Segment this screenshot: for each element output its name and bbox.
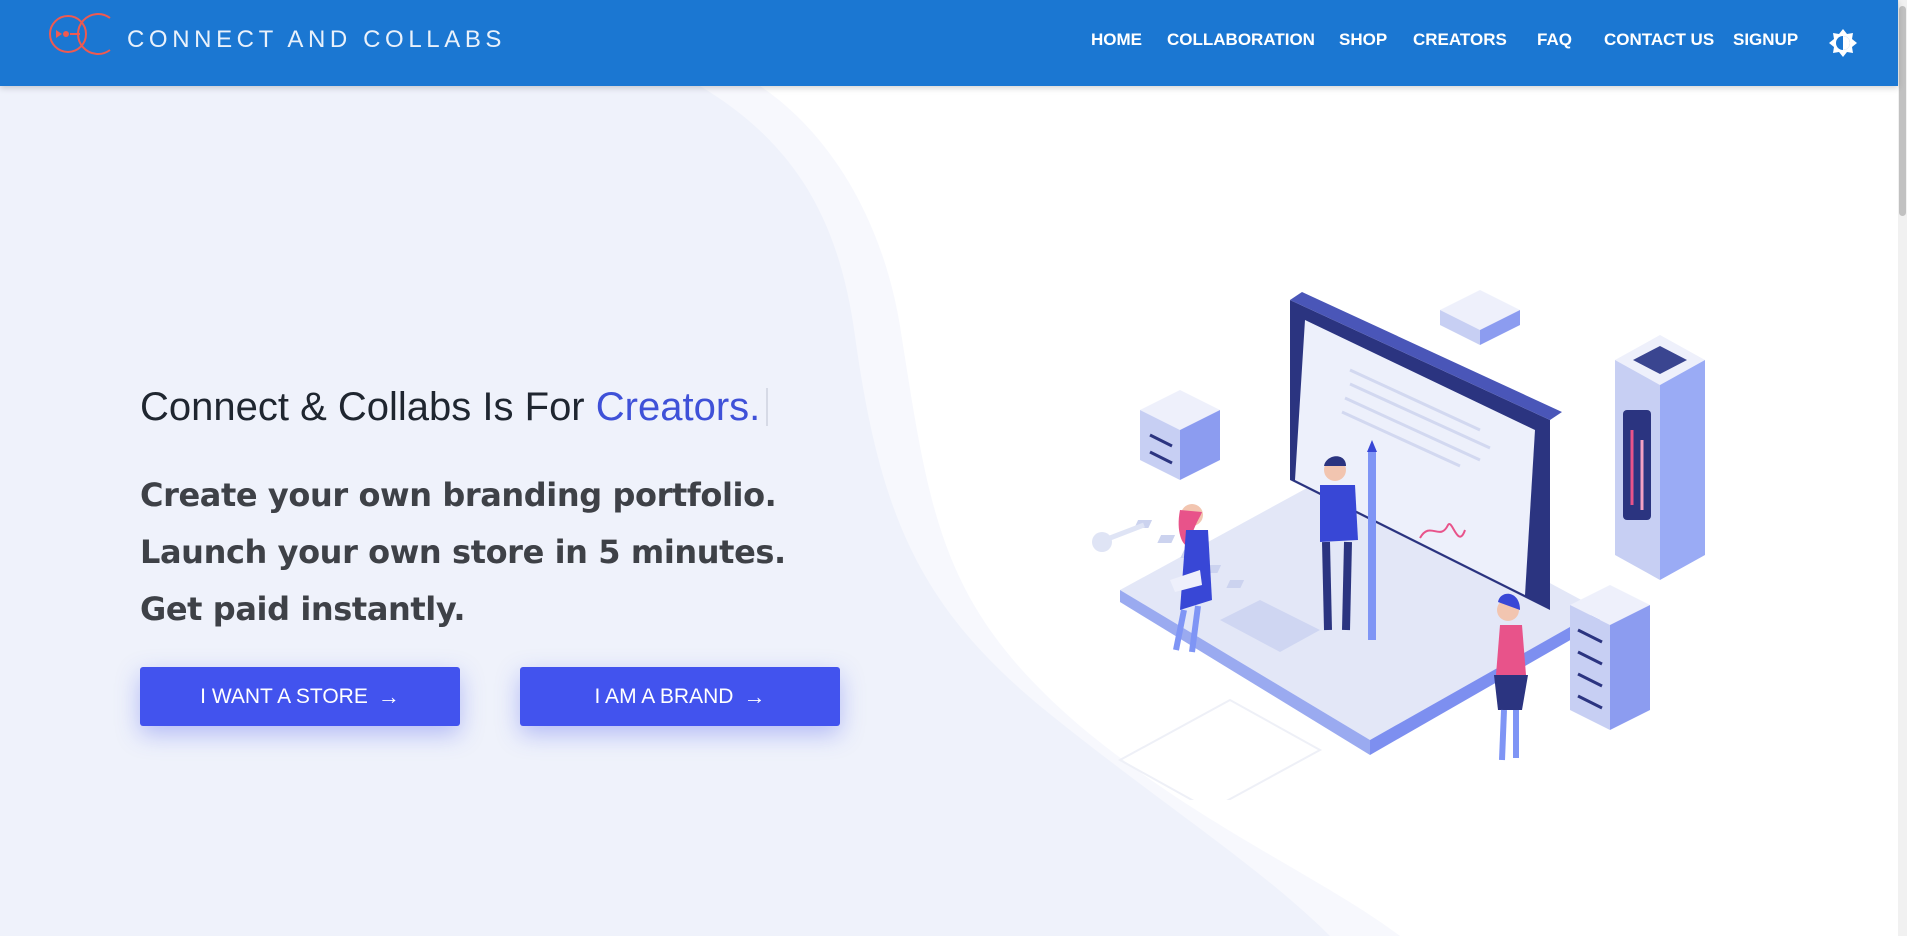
top-navbar: CONNECT AND COLLABS HOME COLLABORATION S… xyxy=(0,0,1898,86)
want-store-label: I WANT A STORE xyxy=(200,684,368,708)
am-brand-button[interactable]: I AM A BRAND → xyxy=(520,667,840,726)
arrow-right-icon: → xyxy=(743,683,766,709)
hero-headline: Connect & Collabs Is For Creators. xyxy=(140,385,769,430)
headline-prefix: Connect & Collabs Is For xyxy=(140,385,585,429)
tagline-paid: Get paid instantly. xyxy=(140,590,466,628)
am-brand-label: I AM A BRAND xyxy=(594,684,734,708)
page-scrollbar[interactable] xyxy=(1898,0,1907,936)
typing-caret xyxy=(766,388,769,426)
nav-creators[interactable]: CREATORS xyxy=(1413,30,1507,50)
brightness-icon[interactable] xyxy=(1828,28,1858,58)
arrow-right-icon: → xyxy=(377,683,400,709)
nav-home[interactable]: HOME xyxy=(1091,30,1142,50)
nav-signup[interactable]: SIGNUP xyxy=(1733,30,1798,50)
nav-shop[interactable]: SHOP xyxy=(1339,30,1387,50)
want-store-button[interactable]: I WANT A STORE → xyxy=(140,667,460,726)
nav-faq[interactable]: FAQ xyxy=(1537,30,1572,50)
logo[interactable] xyxy=(46,12,114,56)
nav-collaboration[interactable]: COLLABORATION xyxy=(1167,30,1315,50)
scrollbar-thumb[interactable] xyxy=(1899,6,1906,216)
nav-contact-us[interactable]: CONTACT US xyxy=(1604,30,1714,50)
brand-name[interactable]: CONNECT AND COLLABS xyxy=(127,26,506,54)
tagline-portfolio: Create your own branding portfolio. xyxy=(140,476,777,514)
hero-illustration xyxy=(1092,290,1705,800)
headline-highlight: Creators. xyxy=(595,385,761,429)
tagline-store: Launch your own store in 5 minutes. xyxy=(140,533,786,571)
